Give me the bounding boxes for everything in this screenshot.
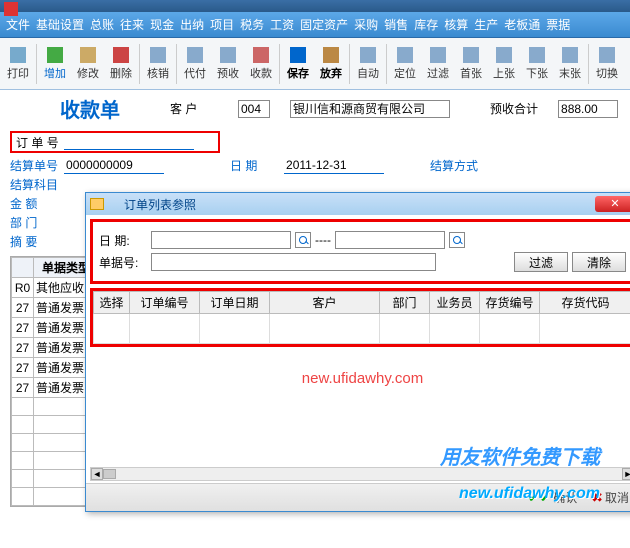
lookup-icon[interactable] (449, 232, 465, 248)
dialog-title: 订单列表参照 (104, 196, 595, 213)
menu-fa[interactable]: 固定资产 (300, 16, 348, 33)
close-button[interactable]: ✕ (595, 196, 630, 212)
settlemethod-label: 结算方式 (430, 157, 478, 174)
settleacct-label: 结算科目 (10, 176, 58, 193)
switch-button[interactable]: 切换 (591, 41, 623, 87)
filter-date-from[interactable] (151, 231, 291, 249)
discard-button[interactable]: 放弃 (315, 41, 347, 87)
orderno-label: 订 单 号 (16, 134, 64, 151)
menu-arap[interactable]: 往来 (120, 16, 144, 33)
menu-bill[interactable]: 票据 (546, 16, 570, 33)
menu-file[interactable]: 文件 (6, 16, 30, 33)
url-watermark: new.ufidawhy.com (459, 485, 600, 503)
save-button[interactable]: 保存 (282, 41, 314, 87)
date-label: 日 期 (230, 157, 278, 174)
filter-date-label: 日 期: (99, 232, 147, 249)
orderno-input[interactable] (64, 134, 194, 150)
filter-date-to[interactable] (335, 231, 445, 249)
pay-button[interactable]: 代付 (179, 41, 211, 87)
apply-filter-button[interactable]: 过滤 (514, 252, 568, 272)
col-stockno[interactable]: 存货编号 (480, 292, 540, 314)
menu-salary[interactable]: 工资 (270, 16, 294, 33)
first-button[interactable]: 首张 (455, 41, 487, 87)
amount-label: 金 额 (10, 195, 58, 212)
menu-gl[interactable]: 总账 (90, 16, 114, 33)
menu-cash[interactable]: 现金 (150, 16, 174, 33)
auto-button[interactable]: 自动 (352, 41, 384, 87)
main-menu: 文件 基础设置 总账 往来 现金 出纳 项目 税务 工资 固定资产 采购 销售 … (0, 12, 630, 38)
menu-production[interactable]: 生产 (474, 16, 498, 33)
date-input[interactable] (284, 158, 384, 174)
pretotal-input[interactable] (558, 100, 618, 118)
col-stockcode[interactable]: 存货代码 (540, 292, 630, 314)
settleno-input[interactable] (64, 158, 164, 174)
menu-boss[interactable]: 老板通 (504, 16, 540, 33)
last-button[interactable]: 末张 (554, 41, 586, 87)
filter-docno-input[interactable] (151, 253, 436, 271)
col-customer[interactable]: 客户 (270, 292, 380, 314)
dept-label: 部 门 (10, 214, 58, 231)
dash-separator: ---- (315, 233, 331, 247)
watermark-text: new.ufidawhy.com (302, 370, 423, 387)
lookup-icon[interactable] (295, 232, 311, 248)
menu-sales[interactable]: 销售 (384, 16, 408, 33)
page-title: 收款单 (60, 94, 120, 123)
table-row[interactable] (94, 314, 630, 344)
filter-button[interactable]: 过滤 (422, 41, 454, 87)
customer-code-input[interactable] (238, 100, 270, 118)
col-orderno[interactable]: 订单编号 (130, 292, 200, 314)
receipt-button[interactable]: 收款 (245, 41, 277, 87)
dialog-result-grid: 选择 订单编号 订单日期 客户 部门 业务员 存货编号 存货代码 (90, 288, 630, 347)
menu-base[interactable]: 基础设置 (36, 16, 84, 33)
menu-purchase[interactable]: 采购 (354, 16, 378, 33)
col-dept[interactable]: 部门 (380, 292, 430, 314)
add-button[interactable]: 增加 (39, 41, 71, 87)
print-button[interactable]: 打印 (2, 41, 34, 87)
filter-docno-label: 单据号: (99, 254, 147, 271)
pretotal-label: 预收合计 (490, 100, 538, 117)
prepay-button[interactable]: 预收 (212, 41, 244, 87)
customer-name-input[interactable] (290, 100, 450, 118)
edit-button[interactable]: 修改 (72, 41, 104, 87)
col-person[interactable]: 业务员 (430, 292, 480, 314)
menu-project[interactable]: 项目 (210, 16, 234, 33)
toolbar: 打印 增加 修改 删除 核销 代付 预收 收款 保存 放弃 自动 定位 过滤 首… (0, 38, 630, 90)
delete-button[interactable]: 删除 (105, 41, 137, 87)
scroll-thumb[interactable] (103, 469, 116, 479)
prev-button[interactable]: 上张 (488, 41, 520, 87)
menu-stock[interactable]: 库存 (414, 16, 438, 33)
dialog-filter-area: 日 期: ---- 单据号: 过滤 清除 (90, 219, 630, 284)
clear-filter-button[interactable]: 清除 (572, 252, 626, 272)
app-icon (4, 2, 18, 16)
menu-tax[interactable]: 税务 (240, 16, 264, 33)
col-select[interactable]: 选择 (94, 292, 130, 314)
settleno-label: 结算单号 (10, 157, 58, 174)
memo-label: 摘 要 (10, 233, 58, 250)
grid-header-num (12, 258, 34, 278)
customer-label: 客 户 (170, 100, 218, 117)
next-button[interactable]: 下张 (521, 41, 553, 87)
menu-cashier[interactable]: 出纳 (180, 16, 204, 33)
audit-button[interactable]: 核销 (142, 41, 174, 87)
brand-watermark: 用友软件免费下载 (440, 441, 600, 470)
scroll-left-icon[interactable]: ◄ (91, 468, 103, 480)
folder-icon (90, 198, 104, 210)
order-no-highlight: 订 单 号 (10, 131, 220, 153)
col-orderdate[interactable]: 订单日期 (200, 292, 270, 314)
locate-button[interactable]: 定位 (389, 41, 421, 87)
scroll-right-icon[interactable]: ► (622, 468, 630, 480)
menu-accounting[interactable]: 核算 (444, 16, 468, 33)
